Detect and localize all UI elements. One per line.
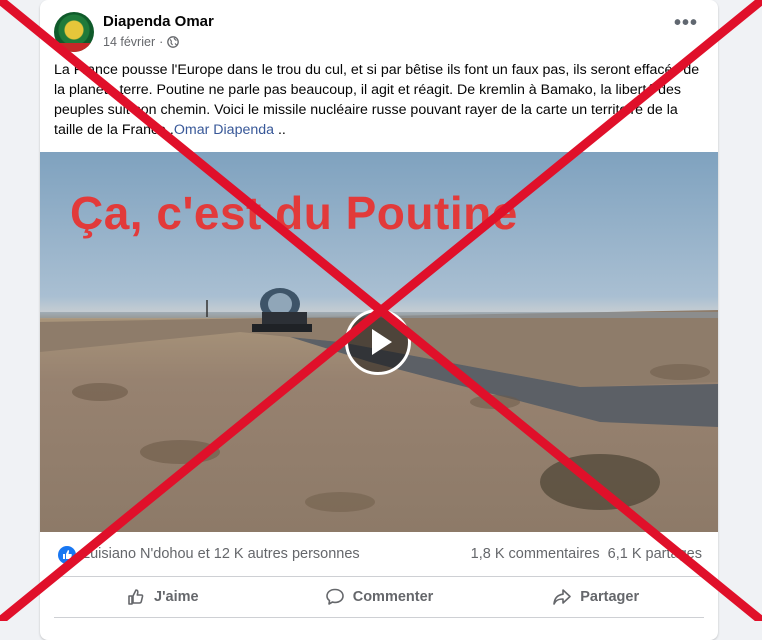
more-icon[interactable]: ••• xyxy=(674,13,698,33)
divider xyxy=(54,576,704,577)
author-name[interactable]: Diapenda Omar xyxy=(103,13,214,30)
globe-icon xyxy=(167,36,180,48)
likers-text[interactable]: Luisiano N'dohou et 12 K autres personne… xyxy=(82,546,360,562)
reaction-stats: Luisiano N'dohou et 12 K autres personne… xyxy=(40,540,718,572)
comment-count[interactable]: 1,8 K commentaires xyxy=(471,546,600,562)
counts: 1,8 K commentaires 6,1 K partages xyxy=(471,546,702,562)
post-card: Diapenda Omar 14 février · ••• La France… xyxy=(40,0,718,640)
share-icon xyxy=(553,589,572,605)
divider xyxy=(54,617,704,618)
post-meta: 14 février · xyxy=(103,35,180,49)
tagged-user[interactable]: Omar Diapenda xyxy=(174,122,274,138)
comment-icon xyxy=(325,588,344,605)
play-icon[interactable] xyxy=(345,309,411,375)
post-date[interactable]: 14 février xyxy=(103,35,155,49)
like-button[interactable]: J'aime xyxy=(54,580,271,614)
action-bar: J'aime Commenter Partager xyxy=(54,580,704,614)
avatar[interactable] xyxy=(54,12,94,52)
video-overlay-title: Ça, c'est du Poutine xyxy=(70,187,518,239)
share-count[interactable]: 6,1 K partages xyxy=(608,546,702,562)
share-button[interactable]: Partager xyxy=(487,580,704,614)
comment-button[interactable]: Commenter xyxy=(271,580,488,614)
thumbs-up-icon xyxy=(128,589,144,605)
video-player[interactable]: Ça, c'est du Poutine xyxy=(40,152,718,532)
like-reaction-icon xyxy=(58,546,76,564)
post-text: La France pousse l'Europe dans le trou d… xyxy=(54,62,700,138)
